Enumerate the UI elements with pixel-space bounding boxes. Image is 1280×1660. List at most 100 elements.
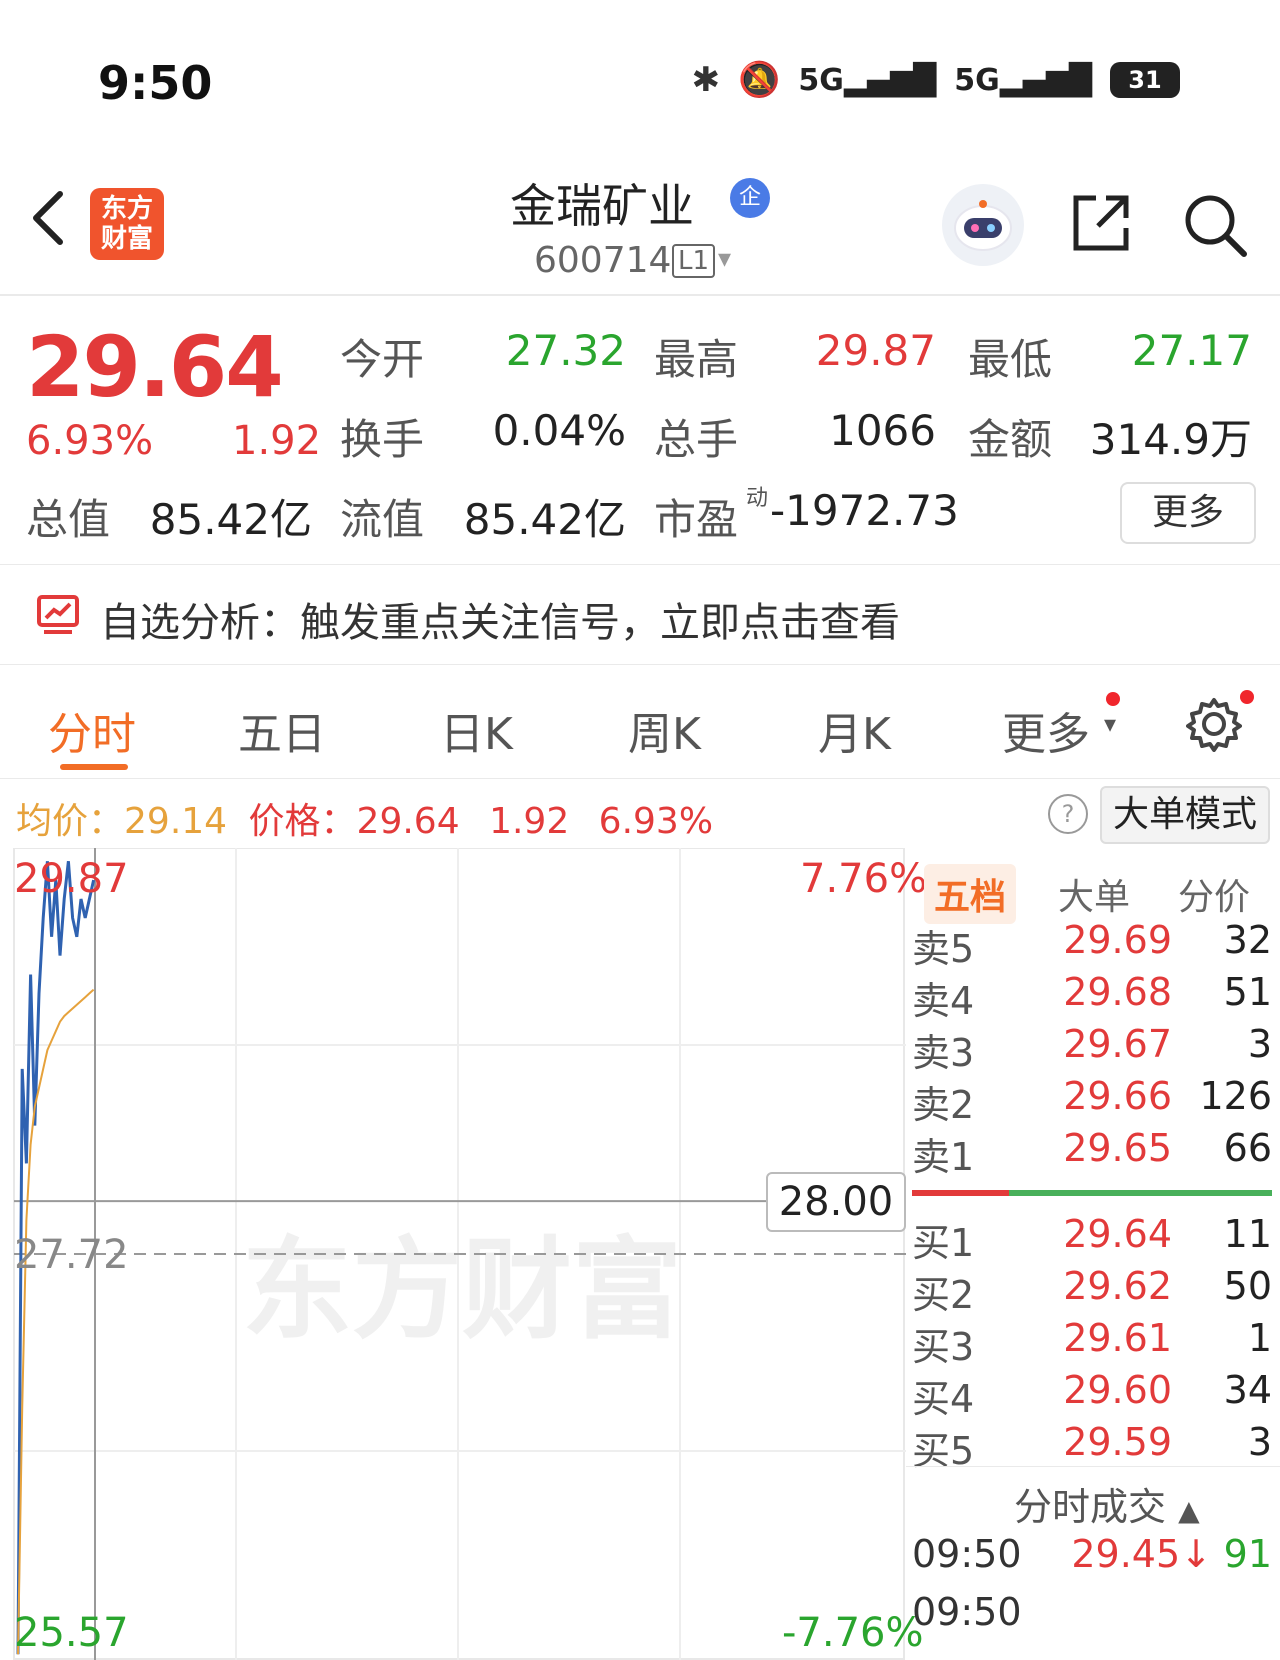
bid-level-name: 买1 xyxy=(912,1221,975,1265)
change-amount: 1.92 xyxy=(232,418,322,464)
float-cap-label: 流值 xyxy=(340,495,425,544)
trade-row: 09:50 xyxy=(912,1590,1272,1634)
ask-row[interactable]: 卖2 29.66 126 xyxy=(912,1074,1272,1127)
low-label: 最低 xyxy=(968,335,1053,384)
bid-row[interactable]: 买4 29.60 34 xyxy=(912,1368,1272,1421)
ask-volume: 51 xyxy=(1223,970,1272,1014)
ask-row[interactable]: 卖4 29.68 51 xyxy=(912,970,1272,1023)
amount-label: 金额 xyxy=(968,415,1053,464)
y-ref-label: 27.72 xyxy=(14,1232,129,1278)
low-value: 27.17 xyxy=(1131,326,1252,375)
bid-volume: 50 xyxy=(1223,1264,1272,1308)
share-icon[interactable] xyxy=(1068,190,1134,256)
price-value: 29.64 xyxy=(356,801,460,842)
crosshair-price-tag: 28.00 xyxy=(766,1172,906,1232)
change-pct-value: 6.93% xyxy=(598,801,714,842)
caret-up-icon: ▲ xyxy=(1178,1494,1200,1527)
high-value: 29.87 xyxy=(815,326,936,375)
chevron-down-icon[interactable]: ▾ xyxy=(718,244,731,274)
bid-price: 29.59 xyxy=(1063,1420,1172,1464)
ask-price: 29.67 xyxy=(1063,1022,1172,1066)
float-cap-value: 85.42亿 xyxy=(463,495,626,544)
mute-icon: 🔕 xyxy=(738,60,781,100)
intraday-chart[interactable] xyxy=(0,848,906,1660)
bid-volume: 34 xyxy=(1223,1368,1272,1412)
help-icon[interactable]: ? xyxy=(1048,794,1088,834)
amount-value: 314.9万 xyxy=(1089,415,1252,464)
volume-value: 1066 xyxy=(829,406,936,455)
more-caret-icon: ▾ xyxy=(1104,710,1117,738)
ask-level-name: 卖1 xyxy=(912,1135,975,1179)
stock-code: 600714 xyxy=(534,240,672,281)
current-price: 29.64 xyxy=(26,318,284,416)
bid-price: 29.62 xyxy=(1063,1264,1172,1308)
app-logo[interactable]: 东方财富 xyxy=(90,188,164,260)
trades-title[interactable]: 分时成交 ▲ xyxy=(1014,1476,1200,1531)
bid-price: 29.64 xyxy=(1063,1212,1172,1256)
bid-price: 29.60 xyxy=(1063,1368,1172,1412)
quote-divider xyxy=(0,564,1280,565)
open-label: 今开 xyxy=(340,335,425,384)
ask-row[interactable]: 卖1 29.65 66 xyxy=(912,1126,1272,1179)
tab-monthly-k[interactable]: 月K xyxy=(818,698,891,762)
pe-label: 市盈 xyxy=(654,495,739,544)
tab-daily-k[interactable]: 日K xyxy=(440,698,513,762)
tab-price-distribution[interactable]: 分价 xyxy=(1178,868,1250,920)
volume-label: 总手 xyxy=(654,415,739,464)
turnover-value: 0.04% xyxy=(492,406,626,455)
change-percent: 6.93% xyxy=(26,418,154,464)
settings-gear-icon[interactable] xyxy=(1186,696,1242,752)
avg-price-line: 均价：29.14 价格：29.64 1.92 6.93% xyxy=(16,792,713,844)
ask-volume: 3 xyxy=(1247,1022,1272,1066)
stock-name: 金瑞矿业 xyxy=(510,179,694,233)
pe-value: -1972.73 xyxy=(770,486,959,535)
bid-row[interactable]: 买5 29.59 3 xyxy=(912,1420,1272,1473)
analysis-banner[interactable]: 自选分析：触发重点关注信号，立即点击查看 xyxy=(100,590,900,648)
tab-more[interactable]: 更多 xyxy=(1002,698,1090,762)
bid-level-name: 买2 xyxy=(912,1273,975,1317)
bluetooth-icon: ✱ xyxy=(691,60,721,100)
price-label: 价格： xyxy=(248,801,357,842)
change-value: 1.92 xyxy=(489,801,570,842)
bid-price: 29.61 xyxy=(1063,1316,1172,1360)
ask-price: 29.68 xyxy=(1063,970,1172,1014)
tab-underline xyxy=(60,764,128,770)
y-max-label: 29.87 xyxy=(14,856,129,902)
settings-dot xyxy=(1240,690,1254,704)
ask-row[interactable]: 卖3 29.67 3 xyxy=(912,1022,1272,1075)
bid-volume: 11 xyxy=(1223,1212,1272,1256)
ask-level-name: 卖2 xyxy=(912,1083,975,1127)
tab-more-dot xyxy=(1106,692,1120,706)
assistant-robot-icon[interactable] xyxy=(942,184,1024,266)
bid-row[interactable]: 买1 29.64 11 xyxy=(912,1212,1272,1265)
bid-volume: 1 xyxy=(1247,1316,1272,1360)
tab-big-orders[interactable]: 大单 xyxy=(1058,868,1130,920)
tab-five-day[interactable]: 五日 xyxy=(238,698,326,762)
bid-level-name: 买3 xyxy=(912,1325,975,1369)
search-icon[interactable] xyxy=(1180,190,1250,260)
enterprise-badge: 企 xyxy=(730,178,770,218)
open-value: 27.32 xyxy=(505,326,626,375)
bid-ratio-bar xyxy=(1009,1190,1272,1196)
avg-value: 29.14 xyxy=(124,801,228,842)
ask-volume: 66 xyxy=(1223,1126,1272,1170)
tab-five-levels[interactable]: 五档 xyxy=(924,864,1017,924)
bid-level-name: 买5 xyxy=(912,1429,975,1473)
ask-volume: 32 xyxy=(1223,918,1272,962)
y-min-label: 25.57 xyxy=(14,1610,129,1656)
status-icons: ✱ 🔕 5G▂▄▆█ 5G▂▄▆█ 31 xyxy=(692,60,1180,100)
more-quote-button[interactable]: 更多 xyxy=(1120,482,1256,544)
ask-row[interactable]: 卖5 29.69 32 xyxy=(912,918,1272,971)
ask-price: 29.69 xyxy=(1063,918,1172,962)
chart-analysis-icon xyxy=(37,595,79,634)
trade-volume xyxy=(1212,1590,1272,1634)
trade-price xyxy=(1052,1590,1212,1634)
big-order-mode-button[interactable]: 大单模式 xyxy=(1100,786,1270,844)
bid-row[interactable]: 买3 29.61 1 xyxy=(912,1316,1272,1369)
tab-intraday[interactable]: 分时 xyxy=(48,698,136,762)
back-icon[interactable] xyxy=(28,188,68,248)
bid-row[interactable]: 买2 29.62 50 xyxy=(912,1264,1272,1317)
tab-weekly-k[interactable]: 周K xyxy=(628,698,701,762)
ask-level-name: 卖5 xyxy=(912,927,975,971)
signal-icon-1: 5G▂▄▆█ xyxy=(798,62,937,98)
